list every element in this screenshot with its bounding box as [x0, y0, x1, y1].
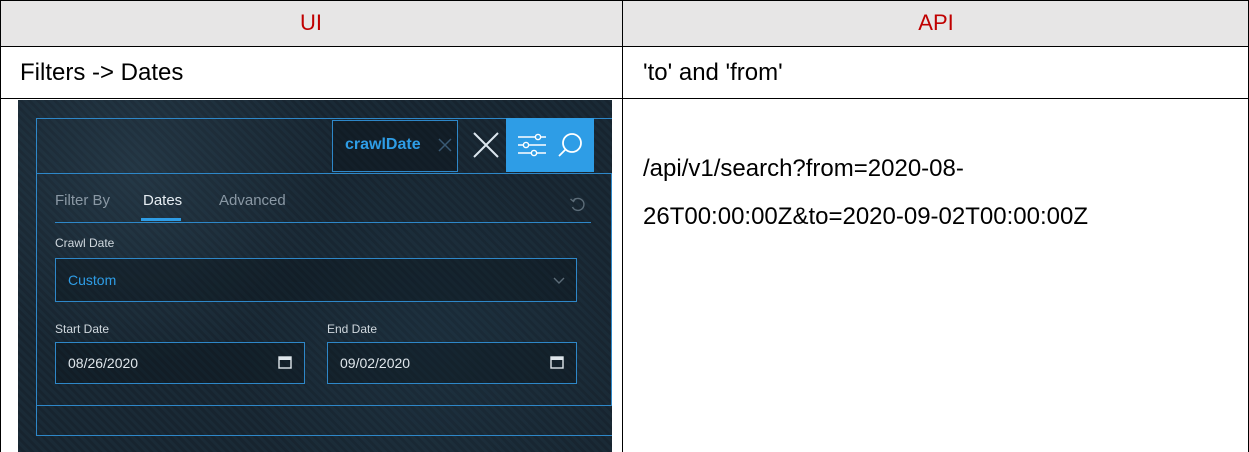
api-example: /api/v1/search?from=2020-08- 26T00:00:00… — [643, 145, 1243, 241]
filter-icon[interactable] — [514, 130, 550, 160]
start-date-value: 08/26/2020 — [68, 355, 139, 371]
calendar-icon[interactable] — [550, 355, 564, 369]
tab-advanced[interactable]: Advanced — [219, 192, 286, 209]
table-border-top — [0, 0, 1249, 1]
start-date-label: Start Date — [55, 322, 110, 336]
chip-remove-icon[interactable] — [437, 135, 453, 155]
chip-label: crawlDate — [345, 136, 421, 153]
api-example-line-2: 26T00:00:00Z&to=2020-09-02T00:00:00Z — [643, 203, 1088, 230]
header-ui: UI — [0, 0, 622, 46]
tab-dates[interactable]: Dates — [143, 192, 182, 209]
reset-icon[interactable] — [569, 196, 587, 214]
table-border-middle — [622, 0, 623, 452]
calendar-icon[interactable] — [278, 355, 292, 369]
start-date-input[interactable]: 08/26/2020 — [55, 342, 305, 384]
search-actions — [506, 118, 594, 172]
app-screenshot: crawlDate Filter By Dates Advanced Crawl… — [18, 100, 612, 452]
crawl-date-value: Custom — [68, 272, 117, 288]
active-tab-indicator — [141, 218, 181, 221]
tab-divider — [55, 222, 591, 223]
api-example-line-1: /api/v1/search?from=2020-08- — [643, 155, 964, 182]
close-icon[interactable] — [466, 122, 506, 168]
search-icon[interactable] — [556, 130, 586, 160]
chevron-down-icon — [553, 277, 565, 284]
header-api: API — [623, 0, 1249, 46]
end-date-input[interactable]: 09/02/2020 — [327, 342, 577, 384]
end-date-label: End Date — [327, 322, 378, 336]
document-table: UI API Filters -> Dates 'to' and 'from' … — [0, 0, 1249, 452]
filter-panel: Filter By Dates Advanced Crawl Date Cust… — [36, 173, 612, 406]
table-border-row1 — [0, 46, 1249, 47]
crawl-date-label: Crawl Date — [55, 236, 115, 250]
ui-feature-cell: Filters -> Dates — [20, 59, 184, 86]
table-border-row2 — [0, 98, 1249, 99]
api-params-cell: 'to' and 'from' — [643, 59, 783, 86]
end-date-value: 09/02/2020 — [340, 355, 411, 371]
crawl-date-select[interactable]: Custom — [55, 258, 577, 302]
crawl-date-chip[interactable]: crawlDate — [332, 120, 458, 172]
tab-filter-by[interactable]: Filter By — [55, 192, 110, 209]
table-border-left — [0, 0, 1, 452]
